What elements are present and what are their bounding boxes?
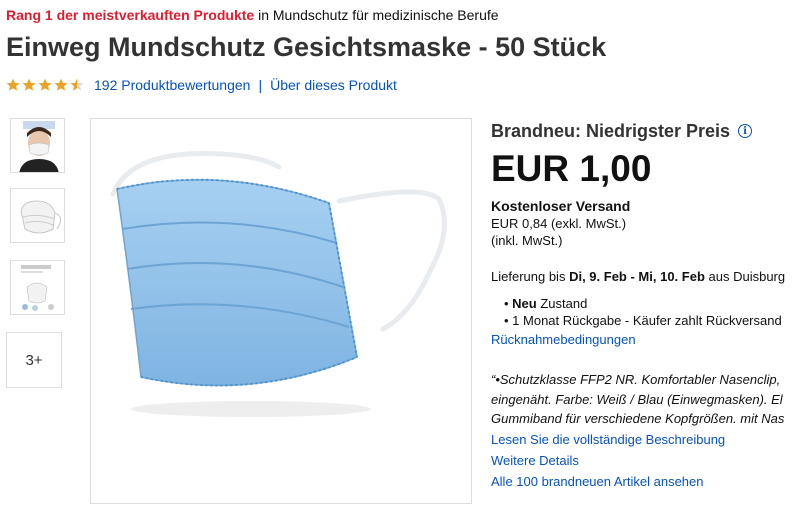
rank-category: in Mundschutz für medizinische Berufe <box>258 7 499 23</box>
surgical-mask-icon <box>110 151 447 417</box>
return-policy-link[interactable]: Rücknahmebedingungen <box>491 329 806 350</box>
thumbnail-person-mask[interactable] <box>10 118 65 173</box>
link-separator: | <box>258 77 263 93</box>
item-details-list: • Neu Zustand • 1 Monat Rückgabe - Käufe… <box>491 295 806 329</box>
star-rating[interactable] <box>6 78 84 92</box>
condition-label: Zustand <box>540 296 588 311</box>
rating-stars-icon <box>6 78 84 91</box>
ffp2-mask-thumbnail-icon <box>20 200 62 234</box>
net-price: EUR 0,84 (exkl. MwSt.) <box>491 216 627 231</box>
condition-title-text: Brandneu: Niedrigster Preis <box>491 120 731 141</box>
vat-note: (inkl. MwSt.) <box>491 233 563 248</box>
purchase-panel: Brandneu: Niedrigster Preis i EUR 1,00 K… <box>491 118 806 492</box>
thumbnail-packaging[interactable] <box>10 260 65 315</box>
description-line: eingenäht. Farbe: Weiß / Blau (Einwegmas… <box>491 391 783 407</box>
delivery-info: Lieferung bis Di, 9. Feb - Mi, 10. Feb a… <box>491 268 806 285</box>
condition-item: • Neu Zustand <box>504 296 588 311</box>
delivery-origin: aus Duisburg <box>708 269 786 284</box>
condition-value: Neu <box>512 296 537 311</box>
description-line: “•Schutzklasse FFP2 NR. Komfortabler Nas… <box>491 372 781 387</box>
delivery-prefix: Lieferung bis <box>491 269 566 284</box>
main-product-image[interactable] <box>90 118 472 504</box>
description-snippet: “•Schutzklasse FFP2 NR. Komfortabler Nas… <box>491 370 806 429</box>
condition-title: Brandneu: Niedrigster Preis i <box>491 118 806 144</box>
all-new-items-link[interactable]: Alle 100 brandneuen Artikel ansehen <box>491 471 806 492</box>
person-mask-thumbnail-icon <box>19 121 59 172</box>
full-description-link[interactable]: Lesen Sie die vollständige Beschreibung <box>491 429 806 450</box>
packaging-thumbnail-icon <box>21 265 54 311</box>
bestseller-rank: Rang 1 der meistverkauften Produkte in M… <box>6 6 499 24</box>
more-details-link[interactable]: Weitere Details <box>491 450 806 471</box>
rating-row: 192 Produktbewertungen | Über dieses Pro… <box>6 75 397 95</box>
returns-item: • 1 Monat Rückgabe - Käufer zahlt Rückve… <box>504 313 782 328</box>
product-title: Einweg Mundschutz Gesichtsmaske - 50 Stü… <box>6 32 607 62</box>
thumbnail-ffp2-mask[interactable] <box>10 188 65 243</box>
more-images-button[interactable]: 3+ <box>6 332 62 388</box>
rank-highlight: Rang 1 der meistverkauften Produkte <box>6 7 255 23</box>
price: EUR 1,00 <box>491 148 652 189</box>
about-product-link[interactable]: Über dieses Produkt <box>270 77 397 93</box>
info-icon[interactable]: i <box>738 124 753 138</box>
returns-text: 1 Monat Rückgabe - Käufer zahlt Rückvers… <box>512 313 782 328</box>
description-line: Gummiband für verschiedene Kopfgrößen. m… <box>491 411 785 426</box>
shipping-info: Kostenloser Versand <box>491 198 631 214</box>
reviews-count-link[interactable]: 192 Produktbewertungen <box>94 77 250 93</box>
delivery-dates: Di, 9. Feb - Mi, 10. Feb <box>569 269 705 284</box>
